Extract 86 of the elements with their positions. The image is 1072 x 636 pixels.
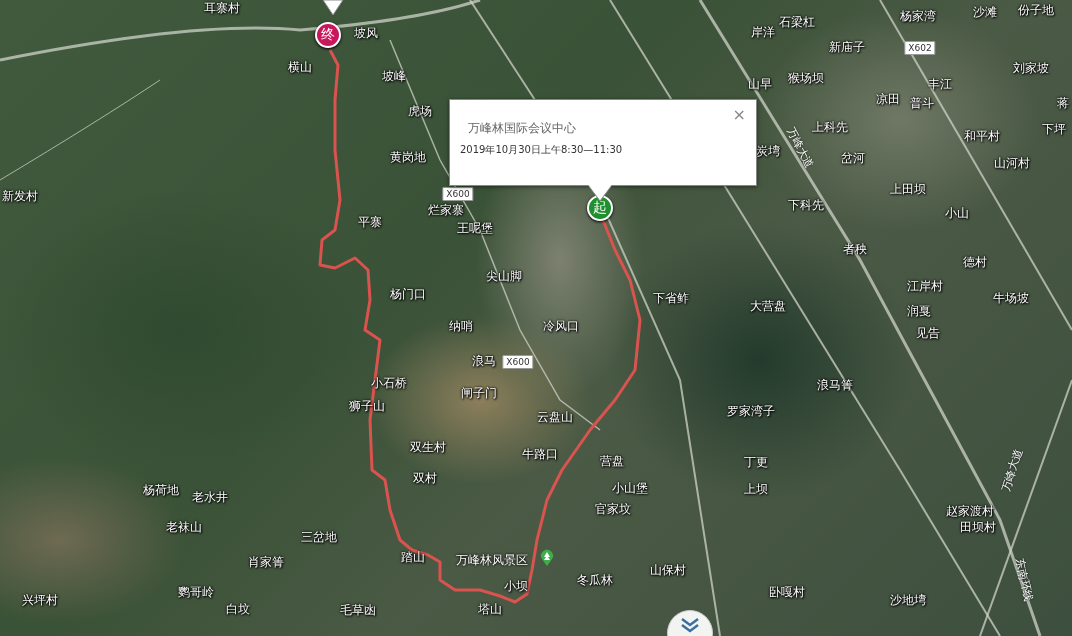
place-label: 冬瓜林 — [577, 571, 613, 589]
place-label: 浪马 — [472, 352, 496, 370]
popup-title: 万峰林国际会议中心 — [468, 120, 576, 137]
place-label: 牛场坡 — [993, 289, 1029, 307]
place-label: 坡风 — [354, 24, 378, 42]
place-label: 润戛 — [907, 302, 931, 320]
place-label: 坡峰 — [382, 67, 406, 85]
place-label: 双村 — [413, 469, 437, 487]
road-number-badge: X600 — [502, 355, 534, 369]
place-label: 双生村 — [410, 438, 446, 456]
place-label: 丰江 — [928, 75, 952, 93]
place-label: 王呢堡 — [457, 219, 493, 237]
place-label: 岔河 — [841, 149, 865, 167]
place-label: 塔山 — [478, 600, 502, 618]
place-label: 山保村 — [650, 561, 686, 579]
place-label: 三岔地 — [301, 528, 337, 546]
place-label: 者秧 — [843, 240, 867, 258]
place-label: 杨荷地 — [143, 481, 179, 499]
place-label: 猴场坝 — [788, 69, 824, 87]
place-label: 田坝村 — [960, 518, 996, 536]
place-label: 下省鲊 — [653, 289, 689, 307]
place-label: 份子地 — [1018, 1, 1054, 19]
place-label: 杨家湾 — [900, 7, 936, 25]
end-marker[interactable]: 终 — [315, 22, 341, 48]
place-label: 小山 — [945, 204, 969, 222]
place-label: 新发村 — [2, 187, 38, 205]
place-label[interactable]: 万峰林风景区 — [456, 552, 528, 569]
place-label: 沙地塆 — [890, 591, 926, 609]
place-label: 黄岗地 — [390, 148, 426, 166]
place-label: 罗家湾子 — [727, 402, 775, 420]
place-label: 营盘 — [600, 452, 624, 470]
place-label: 杨门口 — [390, 285, 426, 303]
place-label: 蒋 — [1057, 94, 1069, 112]
road-name: 万峰大道 — [998, 446, 1026, 494]
place-label: 虎场 — [408, 102, 432, 120]
place-label: 山早 — [748, 75, 772, 93]
place-label: 新庙子 — [829, 38, 865, 56]
place-label: 丁更 — [744, 453, 768, 471]
place-label: 上田坝 — [890, 180, 926, 198]
place-label: 上坝 — [744, 480, 768, 498]
place-label: 尖山脚 — [486, 267, 522, 285]
place-label: 鹦哥岭 — [178, 583, 214, 601]
place-label: 冷风口 — [543, 317, 579, 335]
road-name: 东南环线 — [1012, 556, 1036, 604]
place-label: 云盘山 — [537, 408, 573, 426]
place-label: 下坪 — [1042, 120, 1066, 138]
place-label: 闸子门 — [461, 384, 497, 402]
place-label: 老袜山 — [166, 518, 202, 536]
place-label: 白坟 — [226, 600, 250, 618]
popup-pointer-icon — [322, 0, 344, 16]
place-label: 肖家箐 — [248, 553, 284, 571]
place-label: 小坝 — [504, 577, 528, 595]
place-label: 沙滩 — [973, 3, 997, 21]
place-label: 见告 — [916, 324, 940, 342]
place-label: 刘家坡 — [1013, 59, 1049, 77]
place-label: 平寨 — [358, 213, 382, 231]
road-number-badge: X600 — [442, 187, 474, 201]
place-label: 赵家渡村 — [946, 502, 994, 520]
place-label: 踏山 — [401, 548, 425, 566]
place-label: 牛路口 — [522, 445, 558, 463]
place-label: 江岸村 — [907, 277, 943, 295]
close-button[interactable]: × — [730, 106, 748, 124]
place-label: 石梁杠 — [779, 13, 815, 31]
place-label: 兴坪村 — [22, 591, 58, 609]
tree-pin-icon[interactable] — [540, 549, 554, 567]
place-label: 岸洋 — [751, 23, 775, 41]
place-label: 烂家寨 — [428, 201, 464, 219]
place-label: 官家坟 — [595, 500, 631, 518]
road-number-badge: X602 — [904, 41, 936, 55]
place-label: 耳寨村 — [204, 0, 240, 17]
place-label: 纳哨 — [449, 317, 473, 335]
place-label: 卧嘎村 — [769, 583, 805, 601]
place-label: 和平村 — [964, 127, 1000, 145]
place-label: 山河村 — [994, 154, 1030, 172]
place-label: 毛草凼 — [340, 601, 376, 619]
place-label: 横山 — [288, 58, 312, 76]
place-label: 大营盘 — [750, 297, 786, 315]
place-label: 凉田 — [876, 90, 900, 108]
place-label: 炭塆 — [756, 142, 780, 160]
popup-time: 2019年10月30日上午8:30—11:30 — [460, 143, 623, 157]
place-label: 小山堡 — [612, 479, 648, 497]
place-label: 老水井 — [192, 488, 228, 506]
place-label: 普斗 — [910, 94, 934, 112]
place-label: 下科先 — [788, 196, 824, 214]
start-marker[interactable]: 起 — [587, 195, 613, 221]
place-label: 德村 — [963, 253, 987, 271]
